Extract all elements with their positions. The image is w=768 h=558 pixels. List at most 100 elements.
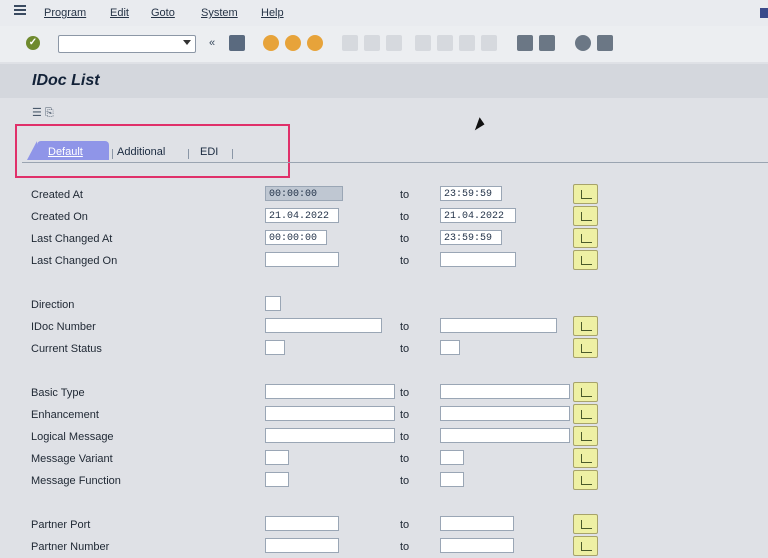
tab-divider: [112, 149, 113, 159]
field-label: Enhancement: [31, 409, 99, 421]
enhancement-to[interactable]: [440, 406, 570, 421]
multiple-selection-icon: [581, 212, 592, 221]
multiple-selection-icon: [581, 410, 592, 419]
double-chevron-left-icon[interactable]: «: [209, 37, 215, 49]
partner-port-from[interactable]: [265, 516, 339, 531]
last-changed-on-to[interactable]: [440, 252, 516, 267]
idoc-number-from[interactable]: [265, 318, 382, 333]
multiple-selection-button[interactable]: [573, 184, 598, 204]
title-bar: [0, 64, 768, 98]
multiple-selection-button[interactable]: [573, 448, 598, 468]
variant-icons[interactable]: ☰ ⎘: [32, 106, 54, 120]
multiple-selection-icon: [581, 190, 592, 199]
to-label: to: [400, 321, 410, 333]
current-status-from[interactable]: [265, 340, 285, 355]
menu-program[interactable]: Program: [44, 7, 86, 19]
message-function-to[interactable]: [440, 472, 464, 487]
menu-help[interactable]: Help: [261, 7, 284, 19]
last-page-icon: [481, 35, 497, 51]
checkmark-icon[interactable]: ✓: [26, 36, 40, 50]
field-label: Current Status: [31, 343, 102, 355]
created-on-from[interactable]: 21.04.2022: [265, 208, 339, 223]
back-icon[interactable]: [263, 35, 279, 51]
command-field[interactable]: [58, 35, 196, 53]
multiple-selection-icon: [581, 432, 592, 441]
multiple-selection-button[interactable]: [573, 206, 598, 226]
tab-strip-line: [22, 162, 768, 163]
logical-message-from[interactable]: [265, 428, 395, 443]
field-label: Created On: [31, 211, 88, 223]
tab-additional[interactable]: Additional: [117, 146, 165, 158]
to-label: to: [400, 475, 410, 487]
created-at-from[interactable]: 00:00:00: [265, 186, 343, 201]
multiple-selection-button[interactable]: [573, 316, 598, 336]
to-label: to: [400, 453, 410, 465]
tab-edi[interactable]: EDI: [200, 146, 218, 158]
field-label: Direction: [31, 299, 75, 311]
multiple-selection-button[interactable]: [573, 470, 598, 490]
message-variant-to[interactable]: [440, 450, 464, 465]
multiple-selection-icon: [581, 388, 592, 397]
message-variant-from[interactable]: [265, 450, 289, 465]
layout-icon[interactable]: [597, 35, 613, 51]
last-changed-at-from[interactable]: 00:00:00: [265, 230, 327, 245]
field-label: Last Changed At: [31, 233, 113, 245]
multiple-selection-icon: [581, 234, 592, 243]
menu-icon[interactable]: [14, 5, 26, 17]
current-status-to[interactable]: [440, 340, 460, 355]
direction-field[interactable]: [265, 296, 281, 311]
find-next-icon: [386, 35, 402, 51]
to-label: to: [400, 541, 410, 553]
partner-port-to[interactable]: [440, 516, 514, 531]
save-icon[interactable]: [229, 35, 245, 51]
menu-goto[interactable]: Goto: [151, 7, 175, 19]
multiple-selection-icon: [581, 322, 592, 331]
shortcut-icon[interactable]: [539, 35, 555, 51]
to-label: to: [400, 211, 410, 223]
created-at-to[interactable]: 23:59:59: [440, 186, 502, 201]
field-label: IDoc Number: [31, 321, 96, 333]
multiple-selection-button[interactable]: [573, 404, 598, 424]
multiple-selection-button[interactable]: [573, 382, 598, 402]
idoc-number-to[interactable]: [440, 318, 557, 333]
to-label: to: [400, 233, 410, 245]
new-session-icon[interactable]: [517, 35, 533, 51]
chevron-down-icon[interactable]: [183, 40, 191, 45]
menu-system[interactable]: System: [201, 7, 238, 19]
partner-number-from[interactable]: [265, 538, 339, 553]
logical-message-to[interactable]: [440, 428, 570, 443]
last-changed-on-from[interactable]: [265, 252, 339, 267]
tab-divider: [188, 149, 189, 159]
tab-divider: [232, 149, 233, 159]
page-title: IDoc List: [32, 72, 100, 89]
next-page-icon: [459, 35, 475, 51]
multiple-selection-icon: [581, 256, 592, 265]
multiple-selection-button[interactable]: [573, 426, 598, 446]
multiple-selection-button[interactable]: [573, 228, 598, 248]
exit-icon[interactable]: [285, 35, 301, 51]
multiple-selection-button[interactable]: [573, 250, 598, 270]
previous-page-icon: [437, 35, 453, 51]
to-label: to: [400, 519, 410, 531]
multiple-selection-button[interactable]: [573, 536, 598, 556]
to-label: to: [400, 409, 410, 421]
message-function-from[interactable]: [265, 472, 289, 487]
to-label: to: [400, 189, 410, 201]
mouse-cursor-icon: [474, 117, 487, 133]
enhancement-from[interactable]: [265, 406, 395, 421]
to-label: to: [400, 387, 410, 399]
partner-number-to[interactable]: [440, 538, 514, 553]
multiple-selection-button[interactable]: [573, 514, 598, 534]
multiple-selection-icon: [581, 520, 592, 529]
tab-default[interactable]: Default: [48, 146, 83, 158]
first-page-icon: [415, 35, 431, 51]
basic-type-to[interactable]: [440, 384, 570, 399]
last-changed-at-to[interactable]: 23:59:59: [440, 230, 502, 245]
created-on-to[interactable]: 21.04.2022: [440, 208, 516, 223]
cancel-icon[interactable]: [307, 35, 323, 51]
help-icon[interactable]: [575, 35, 591, 51]
basic-type-from[interactable]: [265, 384, 395, 399]
multiple-selection-button[interactable]: [573, 338, 598, 358]
menu-edit[interactable]: Edit: [110, 7, 129, 19]
window-corner-mark: [760, 8, 768, 18]
